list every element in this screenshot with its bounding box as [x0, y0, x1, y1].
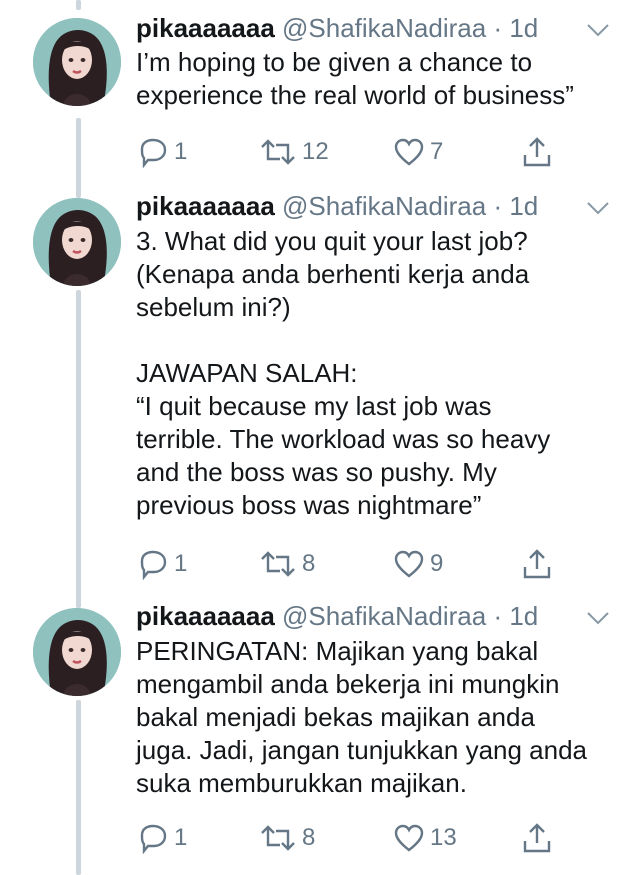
reply-count: 1	[174, 824, 188, 851]
tweet-text: 3. What did you quit your last job? (Ken…	[136, 226, 551, 520]
reply-button[interactable]: 1	[136, 818, 187, 858]
reply-count: 1	[174, 550, 188, 577]
display-name[interactable]: pikaaaaaaa	[136, 601, 275, 631]
tweet[interactable]: pikaaaaaaa @ShafikaNadiraa · 1d I’m hopi…	[0, 0, 640, 180]
share-button[interactable]	[520, 818, 558, 858]
display-name[interactable]: pikaaaaaaa	[136, 13, 275, 43]
tweet[interactable]: pikaaaaaaa @ShafikaNadiraa · 1d 3. What …	[0, 190, 640, 595]
avatar-image	[33, 198, 121, 286]
timestamp[interactable]: · 1d	[493, 191, 538, 221]
timestamp[interactable]: · 1d	[493, 13, 538, 43]
retweet-count: 12	[302, 138, 329, 165]
user-handle[interactable]: @ShafikaNadiraa	[282, 191, 486, 221]
tweet-actions: 1 12 7	[136, 132, 566, 172]
tweet-text: I’m hoping to be given a chance to exper…	[136, 47, 574, 110]
chevron-down-icon[interactable]	[585, 20, 611, 40]
share-button[interactable]	[520, 132, 558, 172]
like-button[interactable]: 7	[392, 132, 443, 172]
heart-icon	[394, 550, 424, 578]
like-count: 7	[430, 138, 444, 165]
tweet-text: PERINGATAN: Majikan yang bakal mengambil…	[136, 636, 588, 798]
reply-icon	[140, 138, 167, 169]
reply-count: 1	[174, 138, 188, 165]
reply-button[interactable]: 1	[136, 132, 187, 172]
avatar[interactable]	[33, 18, 121, 106]
display-name[interactable]: pikaaaaaaa	[136, 191, 275, 221]
timestamp[interactable]: · 1d	[493, 601, 538, 631]
share-button[interactable]	[520, 544, 558, 584]
avatar[interactable]	[33, 608, 121, 696]
like-count: 13	[430, 824, 457, 851]
user-handle[interactable]: @ShafikaNadiraa	[282, 13, 486, 43]
avatar-image	[33, 608, 121, 696]
tweet-header: pikaaaaaaa @ShafikaNadiraa · 1d	[136, 12, 538, 44]
tweet-actions: 1 8 9	[136, 544, 566, 584]
share-icon	[523, 137, 551, 167]
tweet[interactable]: pikaaaaaaa @ShafikaNadiraa · 1d PERINGAT…	[0, 600, 640, 875]
chevron-down-icon[interactable]	[585, 608, 611, 628]
like-button[interactable]: 9	[392, 544, 443, 584]
chevron-down-icon[interactable]	[585, 198, 611, 218]
user-handle[interactable]: @ShafikaNadiraa	[282, 601, 486, 631]
reply-icon	[140, 824, 167, 855]
like-count: 9	[430, 550, 444, 577]
retweet-count: 8	[302, 550, 316, 577]
avatar[interactable]	[33, 198, 121, 286]
reply-icon	[140, 550, 167, 581]
retweet-icon	[261, 139, 295, 165]
tweet-header: pikaaaaaaa @ShafikaNadiraa · 1d	[136, 190, 538, 222]
heart-icon	[394, 138, 424, 166]
heart-icon	[394, 824, 424, 852]
retweet-button[interactable]: 8	[258, 544, 315, 584]
tweet-actions: 1 8 13	[136, 818, 566, 858]
retweet-count: 8	[302, 824, 316, 851]
reply-button[interactable]: 1	[136, 544, 187, 584]
avatar-image	[33, 18, 121, 106]
retweet-button[interactable]: 12	[258, 132, 329, 172]
retweet-icon	[261, 551, 295, 577]
share-icon	[523, 549, 551, 579]
share-icon	[523, 823, 551, 853]
retweet-button[interactable]: 8	[258, 818, 315, 858]
retweet-icon	[261, 825, 295, 851]
like-button[interactable]: 13	[392, 818, 457, 858]
tweet-header: pikaaaaaaa @ShafikaNadiraa · 1d	[136, 600, 538, 632]
